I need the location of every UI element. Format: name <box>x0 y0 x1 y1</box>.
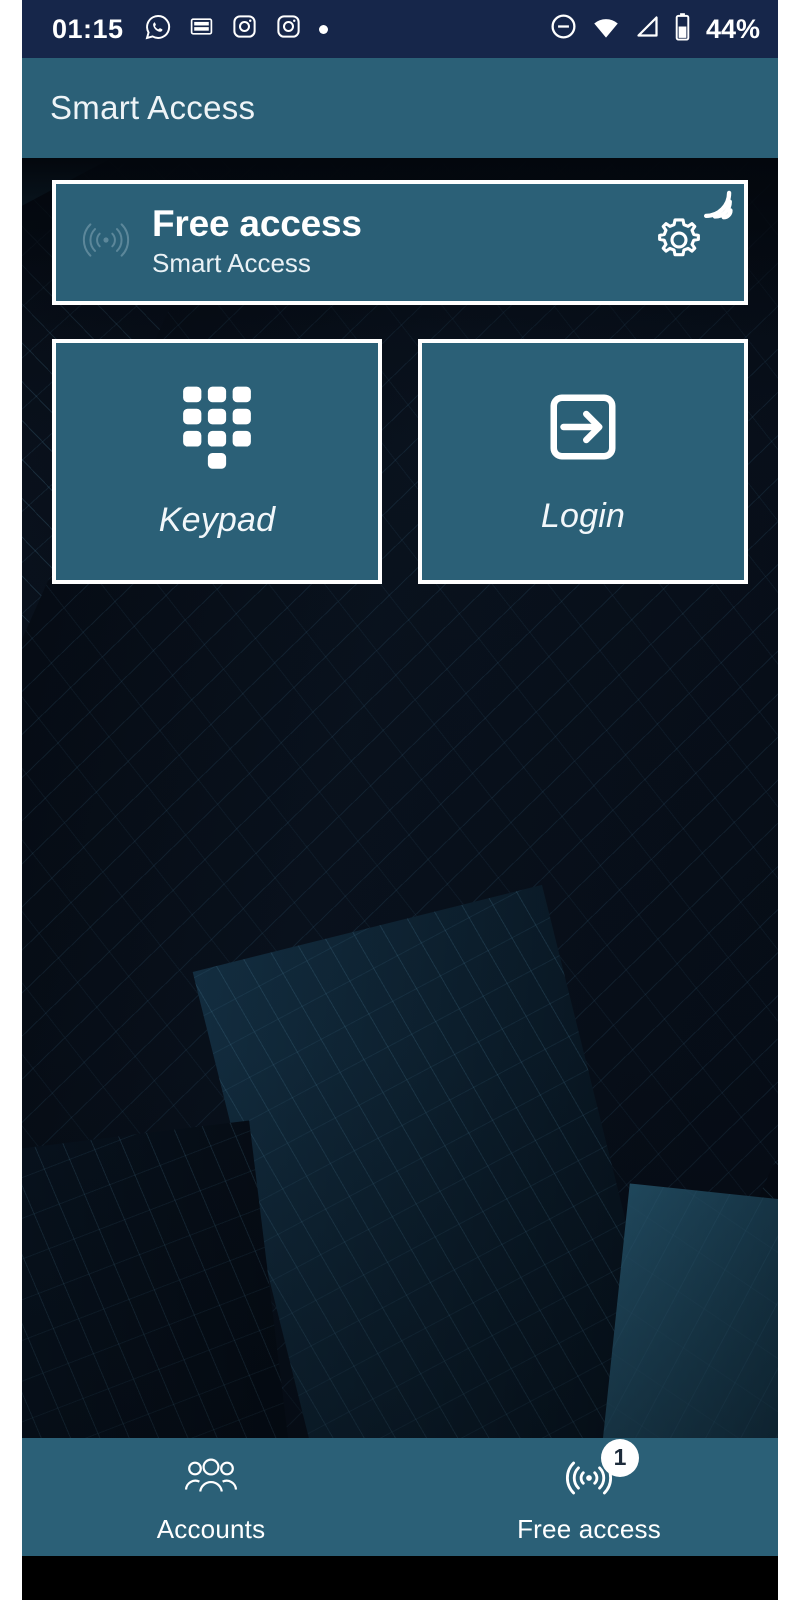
dialpad-icon <box>180 384 254 475</box>
status-bar-notification-icons <box>144 13 328 46</box>
nav-item-accounts[interactable]: Accounts <box>22 1438 400 1556</box>
people-group-icon <box>184 1457 238 1504</box>
banner-title: Free access <box>152 203 362 245</box>
login-tile[interactable]: Login <box>418 339 748 584</box>
sports-app-icon <box>189 14 214 44</box>
wifi-icon <box>591 12 621 47</box>
signal-waves-icon <box>78 212 134 273</box>
phone-screen: 01:15 44% Smart Access Free access Smart… <box>22 0 778 1600</box>
keypad-tile[interactable]: Keypad <box>52 339 382 584</box>
nav-item-free-access[interactable]: 1 Free access <box>400 1438 778 1556</box>
whatsapp-icon <box>144 13 172 46</box>
nav-item-accounts-label: Accounts <box>156 1513 266 1544</box>
nav-item-free-access-label: Free access <box>517 1513 661 1544</box>
notification-dot-icon <box>318 24 328 34</box>
system-gesture-bar <box>22 1556 778 1600</box>
signal-arcs-icon <box>694 174 748 233</box>
status-badge: 1 <box>601 1438 639 1477</box>
free-access-banner-card[interactable]: Free access Smart Access <box>52 180 748 305</box>
status-bar: 01:15 44% <box>22 0 778 58</box>
instagram-icon <box>231 13 258 45</box>
battery-percentage-label: 44% <box>705 13 760 44</box>
action-tiles: Keypad Login <box>52 339 748 584</box>
app-bar: Smart Access <box>22 58 778 158</box>
page-title: Smart Access <box>50 89 256 126</box>
banner-subtitle: Smart Access <box>152 248 311 279</box>
status-bar-clock: 01:15 <box>52 13 124 44</box>
mobile-signal-icon <box>634 13 661 45</box>
login-arrow-icon <box>544 388 622 471</box>
login-tile-label: Login <box>540 496 626 535</box>
instagram-icon <box>275 13 302 45</box>
signal-waves-icon <box>559 1461 619 1504</box>
status-bar-system-icons: 44% <box>549 12 760 47</box>
keypad-tile-label: Keypad <box>158 500 276 539</box>
bottom-navigation-bar: Accounts 1 Free access <box>22 1438 778 1556</box>
battery-icon <box>674 12 691 46</box>
main-content: Free access Smart Access Keypad Login <box>22 158 778 1438</box>
do-not-disturb-icon <box>549 12 578 46</box>
